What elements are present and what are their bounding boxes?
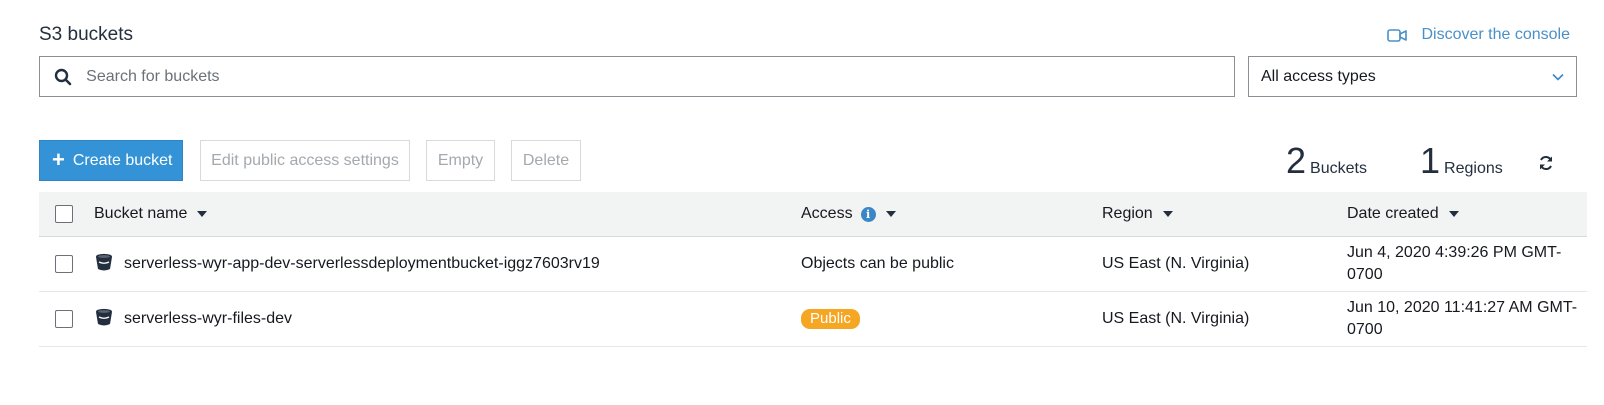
header-access-label: Access <box>801 205 853 222</box>
buckets-table: Bucket name Access i Region Date created <box>39 192 1587 347</box>
edit-public-access-button[interactable]: Edit public access settings <box>200 140 410 181</box>
table-row[interactable]: serverless-wyr-app-dev-serverlessdeploym… <box>39 237 1587 292</box>
create-bucket-button[interactable]: + Create bucket <box>39 140 183 181</box>
access-type-selected: All access types <box>1261 67 1376 85</box>
sort-caret-icon <box>1448 211 1459 217</box>
page-title: S3 buckets <box>39 24 133 45</box>
region-count-label: Regions <box>1444 160 1503 177</box>
sort-caret-icon <box>885 211 896 217</box>
info-icon[interactable]: i <box>860 206 876 222</box>
bucket-icon <box>94 307 114 332</box>
search-box <box>39 56 1235 97</box>
access-value: Objects can be public <box>801 255 954 272</box>
public-badge: Public <box>801 309 860 329</box>
region-count-value: 1 <box>1420 140 1441 181</box>
region-count: 1 Regions <box>1420 140 1503 181</box>
date-created-value: Jun 4, 2020 4:39:26 PM GMT-0700 <box>1347 244 1562 283</box>
header-bucket-name-label: Bucket name <box>94 205 188 222</box>
sort-caret-icon <box>1162 211 1173 217</box>
bucket-icon <box>94 252 114 277</box>
region-value: US East (N. Virginia) <box>1102 310 1250 327</box>
refresh-icon[interactable] <box>1538 155 1554 176</box>
create-bucket-label: Create bucket <box>72 151 173 169</box>
header-bucket-name[interactable]: Bucket name <box>94 192 208 236</box>
sort-caret-icon <box>197 211 208 217</box>
discover-console-label: Discover the console <box>1421 26 1570 43</box>
header-date-created[interactable]: Date created <box>1347 192 1459 236</box>
plus-icon: + <box>52 146 65 172</box>
search-input[interactable] <box>86 57 1234 96</box>
search-icon <box>40 68 86 86</box>
bucket-name-link[interactable]: serverless-wyr-app-dev-serverlessdeploym… <box>124 255 600 273</box>
delete-button[interactable]: Delete <box>511 140 581 181</box>
header-date-label: Date created <box>1347 205 1439 222</box>
date-created-value: Jun 10, 2020 11:41:27 AM GMT-0700 <box>1347 299 1578 338</box>
select-all-checkbox[interactable] <box>55 205 73 223</box>
header-access[interactable]: Access i <box>801 192 896 236</box>
access-type-select[interactable]: All access types <box>1248 56 1577 97</box>
bucket-count-value: 2 <box>1286 140 1307 181</box>
table-header: Bucket name Access i Region Date created <box>39 192 1587 237</box>
discover-console-link[interactable]: Discover the console <box>1387 26 1570 44</box>
header-region[interactable]: Region <box>1102 192 1173 236</box>
header-region-label: Region <box>1102 205 1153 222</box>
region-value: US East (N. Virginia) <box>1102 255 1250 272</box>
video-camera-icon <box>1387 28 1408 43</box>
row-checkbox[interactable] <box>55 310 73 328</box>
empty-button[interactable]: Empty <box>426 140 495 181</box>
bucket-name-link[interactable]: serverless-wyr-files-dev <box>124 310 292 328</box>
bucket-count: 2 Buckets <box>1286 140 1367 181</box>
row-checkbox[interactable] <box>55 255 73 273</box>
chevron-down-icon <box>1552 68 1564 86</box>
bucket-count-label: Buckets <box>1310 160 1367 177</box>
table-row[interactable]: serverless-wyr-files-dev Public US East … <box>39 292 1587 347</box>
